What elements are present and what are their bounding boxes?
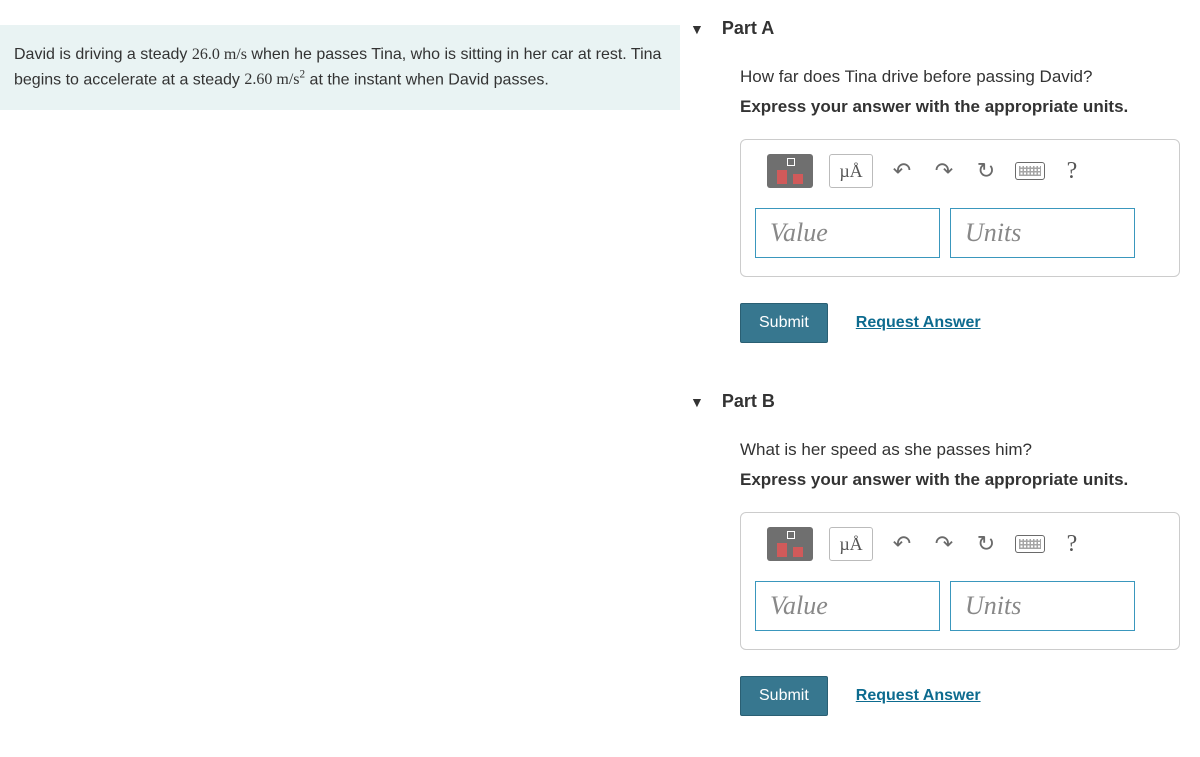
part-a-value-input[interactable]: [755, 208, 940, 258]
part-b-toolbar: µÅ ↶ ↷ ↻ ?: [755, 527, 1165, 561]
keyboard-button[interactable]: [1015, 527, 1045, 561]
problem-statement: David is driving a steady 26.0 m/s when …: [0, 25, 680, 110]
part-a-title: Part A: [722, 18, 774, 39]
redo-button[interactable]: ↷: [931, 527, 957, 561]
templates-button[interactable]: [767, 154, 813, 188]
reset-button[interactable]: ↻: [973, 154, 999, 188]
keyboard-button[interactable]: [1015, 154, 1045, 188]
undo-button[interactable]: ↶: [889, 154, 915, 188]
part-a-answer-box: µÅ ↶ ↷ ↻ ?: [740, 139, 1180, 277]
part-a-submit-button[interactable]: Submit: [740, 303, 828, 343]
part-a-toolbar: µÅ ↶ ↷ ↻ ?: [755, 154, 1165, 188]
collapse-icon: ▼: [690, 21, 704, 37]
problem-text-3: at the instant when David passes.: [305, 71, 549, 88]
redo-button[interactable]: ↷: [931, 154, 957, 188]
part-b-answer-box: µÅ ↶ ↷ ↻ ?: [740, 512, 1180, 650]
special-chars-button[interactable]: µÅ: [829, 527, 873, 561]
part-b-instruction: Express your answer with the appropriate…: [740, 470, 1180, 490]
part-b-header[interactable]: ▼ Part B: [680, 373, 1180, 434]
part-b-units-input[interactable]: [950, 581, 1135, 631]
help-button[interactable]: ?: [1061, 527, 1083, 561]
problem-text-1: David is driving a steady: [14, 46, 192, 63]
part-a-units-input[interactable]: [950, 208, 1135, 258]
part-b-question: What is her speed as she passes him?: [740, 440, 1180, 460]
part-a-question: How far does Tina drive before passing D…: [740, 67, 1180, 87]
special-chars-button[interactable]: µÅ: [829, 154, 873, 188]
part-a-instruction: Express your answer with the appropriate…: [740, 97, 1180, 117]
part-b-value-input[interactable]: [755, 581, 940, 631]
part-b-request-answer-link[interactable]: Request Answer: [856, 687, 981, 705]
part-b-submit-button[interactable]: Submit: [740, 676, 828, 716]
collapse-icon: ▼: [690, 394, 704, 410]
problem-accel: 2.60 m/s2: [244, 71, 305, 88]
part-a-header[interactable]: ▼ Part A: [680, 0, 1180, 61]
templates-button[interactable]: [767, 527, 813, 561]
undo-button[interactable]: ↶: [889, 527, 915, 561]
part-a-request-answer-link[interactable]: Request Answer: [856, 314, 981, 332]
part-b-title: Part B: [722, 391, 775, 412]
help-button[interactable]: ?: [1061, 154, 1083, 188]
reset-button[interactable]: ↻: [973, 527, 999, 561]
problem-speed: 26.0 m/s: [192, 46, 247, 63]
